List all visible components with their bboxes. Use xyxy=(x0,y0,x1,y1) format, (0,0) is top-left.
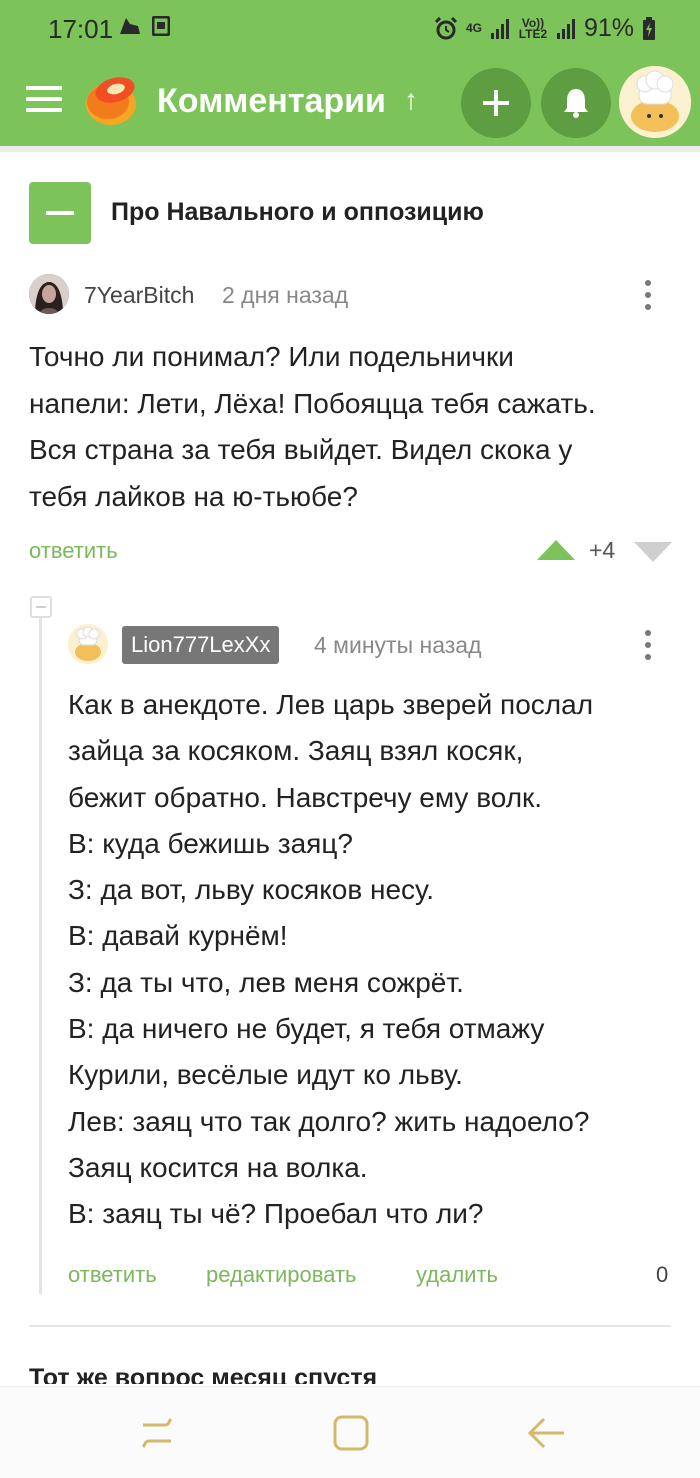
comment-line: Заяц косится на волка. xyxy=(68,1151,368,1183)
collapse-story-button[interactable] xyxy=(29,182,91,244)
recent-apps-icon[interactable] xyxy=(135,1411,179,1455)
reply-link[interactable]: ответить xyxy=(68,1262,157,1288)
comment-line: В: давай курнём! xyxy=(68,920,288,952)
alarm-icon xyxy=(434,16,457,39)
delete-link[interactable]: удалить xyxy=(416,1262,498,1288)
comment-line: Вся страна за тебя выйдет. Видел скока у xyxy=(29,434,573,465)
comment-line: В: куда бежишь заяц? xyxy=(68,827,353,859)
comment-line: В: заяц ты чё? Проебал что ли? xyxy=(68,1198,484,1230)
notifications-button[interactable] xyxy=(541,68,611,138)
comment-line: бежит обратно. Навстречу ему волк. xyxy=(68,781,543,813)
network-4g: 4G xyxy=(465,21,482,35)
more-options-icon[interactable] xyxy=(643,280,653,314)
upvote-icon[interactable] xyxy=(537,540,575,560)
volte-label: Vo)) LTE2 xyxy=(518,15,548,41)
comment-rating: +4 xyxy=(589,537,616,563)
downvote-icon[interactable] xyxy=(634,542,672,562)
comment-line: Курили, весёлые идут ко льву. xyxy=(68,1059,463,1091)
menu-button[interactable] xyxy=(26,86,62,116)
app-bar: Комментарии ↑ xyxy=(0,62,700,146)
plus-icon xyxy=(483,90,509,116)
comment-line: напели: Лети, Лёха! Побояцца тебя сажать… xyxy=(29,387,596,419)
back-icon[interactable] xyxy=(524,1411,568,1455)
comment-time: 2 дня назад xyxy=(222,282,349,308)
notification-icon xyxy=(120,18,140,34)
page-title: Комментарии xyxy=(157,82,386,120)
comment-username-badge[interactable]: Lion777LexXx xyxy=(122,626,280,664)
thread-line[interactable] xyxy=(39,618,42,1294)
comment-text: Точно ли понимал? Или подельнички напели… xyxy=(29,334,679,520)
comment-line: З: да ты что, лев меня сожрёт. xyxy=(68,966,464,998)
comment-rating: 0 xyxy=(656,1262,669,1287)
next-story-title[interactable]: Тот же вопрос месяц спустя xyxy=(29,1364,377,1384)
status-time: 17:01 xyxy=(48,14,114,44)
battery-percent: 91% xyxy=(583,14,634,42)
avatar[interactable] xyxy=(68,624,108,664)
comment-line: Точно ли понимал? Или подельнички xyxy=(29,341,514,372)
reply-link[interactable]: ответить xyxy=(29,538,118,564)
status-left-icons xyxy=(118,16,170,36)
add-button[interactable] xyxy=(461,68,531,138)
chef-avatar-icon xyxy=(619,66,691,138)
chef-avatar-icon xyxy=(68,624,108,664)
comment-line: Лев: заяц что так долго? жить надоело? xyxy=(68,1105,590,1137)
avatar[interactable] xyxy=(29,274,69,314)
app-bar-shadow xyxy=(0,146,700,152)
comment-time: 4 минуты назад xyxy=(314,632,482,658)
pikabu-logo[interactable] xyxy=(84,72,140,128)
user-photo-icon xyxy=(29,274,69,314)
bell-icon xyxy=(564,89,588,118)
comment-username[interactable]: 7YearBitch xyxy=(84,282,194,309)
comment-line: зайца за косяком. Заяц взял косяк, xyxy=(68,735,524,767)
top-bar: 17:01 4G Vo)) LTE2 91% Комментарии ↑ xyxy=(0,0,700,146)
collapse-thread-button[interactable] xyxy=(30,596,52,618)
battery-icon xyxy=(643,16,655,40)
status-bar: 17:01 4G Vo)) LTE2 91% xyxy=(0,0,700,56)
story-title[interactable]: Про Навального и оппозицию xyxy=(111,198,484,227)
signal-icon xyxy=(490,18,509,39)
comment-line: В: да ничего не будет, я тебя отмажу xyxy=(68,1013,545,1045)
edit-link[interactable]: редактировать xyxy=(206,1262,357,1288)
status-right-icons: 4G Vo)) LTE2 91% xyxy=(434,14,656,43)
comment-text: Как в анекдоте. Лев царь зверей послал з… xyxy=(68,682,678,1238)
comment-line: тебя лайков на ю-тьюбе? xyxy=(29,480,358,512)
screenshot-icon xyxy=(152,16,170,36)
divider xyxy=(29,1325,671,1327)
comment-line: З: да вот, льву косяков несу. xyxy=(68,874,435,906)
profile-avatar[interactable] xyxy=(619,66,691,138)
system-nav-bar xyxy=(0,1386,700,1478)
home-icon[interactable] xyxy=(329,1411,373,1455)
comment-line: Как в анекдоте. Лев царь зверей послал xyxy=(68,689,594,720)
signal-2-icon xyxy=(556,18,575,39)
more-options-icon[interactable] xyxy=(643,630,653,664)
scroll-up-icon[interactable]: ↑ xyxy=(404,84,418,116)
